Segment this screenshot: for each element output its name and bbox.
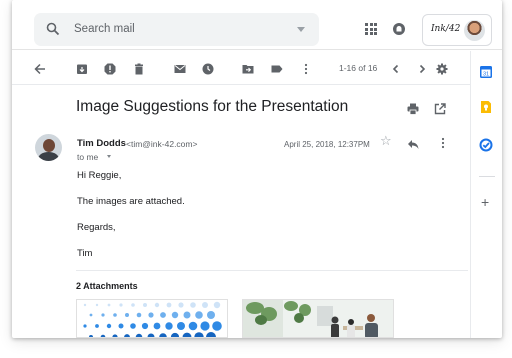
- message-body-line: Regards,: [77, 222, 116, 233]
- mark-unread-icon[interactable]: [174, 62, 186, 74]
- search-icon[interactable]: [46, 22, 60, 41]
- svg-text:31: 31: [483, 71, 489, 77]
- snooze-icon[interactable]: [202, 62, 214, 75]
- account-switcher[interactable]: Ink/42: [422, 14, 492, 46]
- pager-text: 1-16 of 16: [339, 63, 378, 73]
- show-details-caret-icon[interactable]: [107, 155, 111, 158]
- search-options-caret-icon[interactable]: [297, 27, 305, 32]
- recipient-line: to me: [77, 152, 99, 162]
- attachments-divider: [76, 270, 468, 271]
- delete-icon[interactable]: [133, 62, 145, 75]
- notifications-icon[interactable]: [392, 22, 406, 41]
- star-icon[interactable]: ☆: [380, 134, 392, 148]
- side-panel-divider: [479, 176, 495, 177]
- add-icon[interactable]: +: [481, 195, 489, 209]
- newer-chevron-icon[interactable]: [416, 62, 428, 74]
- settings-icon[interactable]: [436, 62, 448, 75]
- attachment-thumbnail-1[interactable]: [76, 299, 228, 338]
- message-date: April 25, 2018, 12:37PM: [284, 140, 370, 149]
- older-chevron-icon[interactable]: [390, 62, 402, 74]
- archive-icon[interactable]: [76, 62, 88, 74]
- top-header: Search mail Ink/42: [12, 0, 502, 50]
- attachments-title: 2 Attachments: [76, 281, 138, 291]
- message-body-line: The images are attached.: [77, 196, 185, 207]
- apps-grid-icon[interactable]: [365, 23, 377, 35]
- message-more-icon[interactable]: [437, 136, 449, 154]
- sender-avatar[interactable]: [35, 134, 62, 161]
- message-body-line: Tim: [77, 248, 93, 259]
- labels-icon[interactable]: [271, 62, 283, 74]
- move-to-icon[interactable]: [242, 62, 254, 74]
- sender-name: Tim Dodds: [77, 138, 126, 149]
- search-input[interactable]: Search mail: [74, 23, 135, 35]
- print-icon[interactable]: [407, 102, 419, 120]
- message-toolbar: 1-16 of 16: [12, 51, 470, 85]
- attachment-thumbnail-2[interactable]: [242, 299, 394, 338]
- sender-email: <tim@ink-42.com>: [126, 139, 198, 149]
- calendar-icon[interactable]: 31: [479, 65, 493, 79]
- report-spam-icon[interactable]: [104, 62, 116, 75]
- account-brand: Ink/42: [431, 24, 461, 34]
- reply-icon[interactable]: [407, 137, 419, 155]
- more-vert-icon[interactable]: [300, 62, 312, 75]
- open-in-new-window-icon[interactable]: [434, 102, 446, 120]
- gmail-window: Search mail Ink/42 1-16 of 16 31 + Image…: [12, 0, 502, 338]
- side-panel: 31 +: [470, 51, 502, 338]
- message-subject: Image Suggestions for the Presentation: [76, 98, 349, 115]
- search-bar[interactable]: Search mail: [34, 13, 319, 46]
- message-body-line: Hi Reggie,: [77, 170, 122, 181]
- back-arrow-icon[interactable]: [34, 62, 46, 75]
- keep-icon[interactable]: [479, 100, 493, 114]
- account-avatar[interactable]: [464, 20, 485, 41]
- tasks-icon[interactable]: [479, 138, 493, 152]
